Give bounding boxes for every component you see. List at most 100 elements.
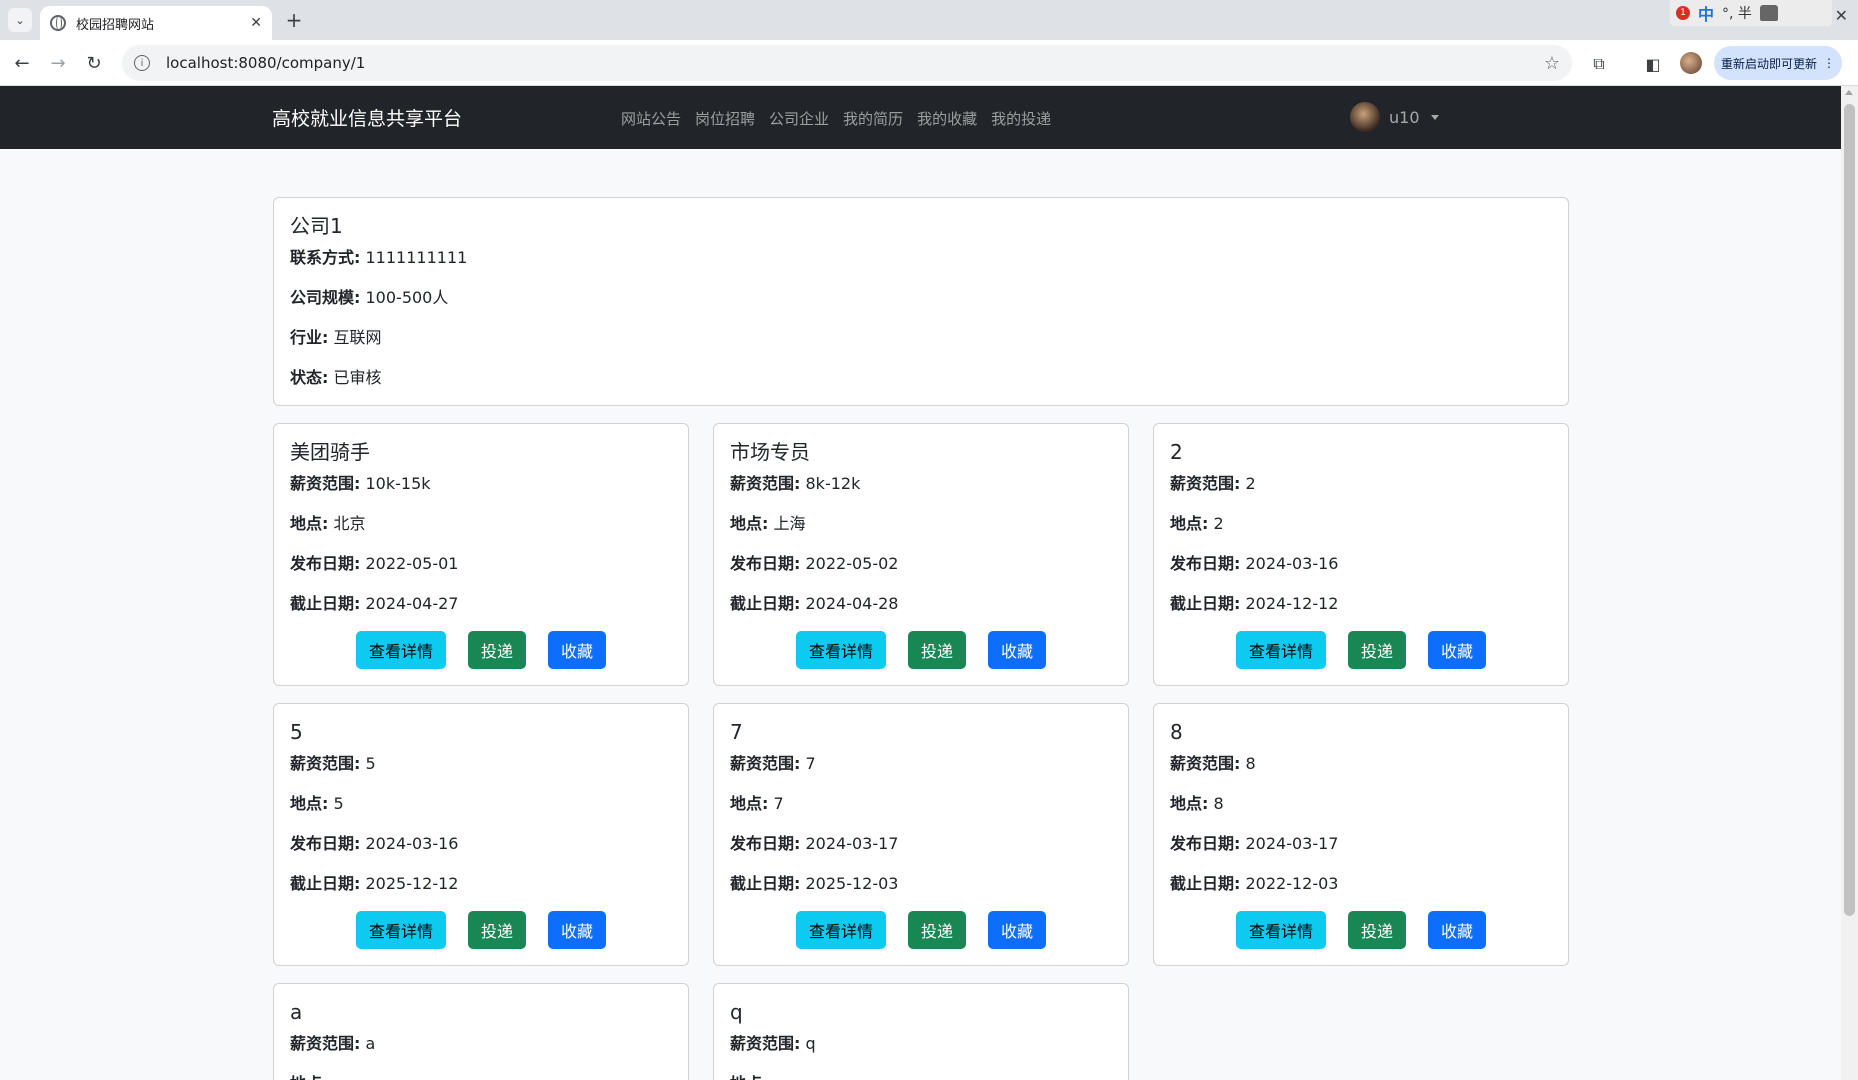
nav-link-my-resume[interactable]: 我的简历	[843, 108, 903, 129]
scroll-thumb[interactable]	[1844, 104, 1855, 916]
update-button[interactable]: 重新启动即可更新 ⋮	[1714, 46, 1842, 80]
nav-link-companies[interactable]: 公司企业	[769, 108, 829, 129]
salary-value: 7	[805, 754, 816, 773]
location-label: 地点:	[290, 514, 329, 533]
nav-link-jobs[interactable]: 岗位招聘	[695, 108, 755, 129]
nav-link-my-favorites[interactable]: 我的收藏	[917, 108, 977, 129]
site-info-icon[interactable]: i	[134, 55, 150, 71]
job-title: a	[290, 1000, 303, 1024]
job-card: 美团骑手 薪资范围: 10k-15k 地点: 北京 发布日期: 2022-05-…	[273, 423, 689, 686]
publish-value: 2024-03-16	[1245, 554, 1339, 573]
view-detail-button[interactable]: 查看详情	[1236, 631, 1326, 669]
salary-value: q	[805, 1034, 816, 1053]
location-label: 地点:	[1170, 514, 1209, 533]
salary-label: 薪资范围:	[290, 474, 361, 493]
tab-search-chevron-icon[interactable]: ⌄	[8, 8, 32, 32]
apply-button[interactable]: 投递	[468, 631, 526, 669]
contact-label: 联系方式:	[290, 248, 361, 267]
job-card: 8 薪资范围: 8 地点: 8 发布日期: 2024-03-17 截止日期: 2…	[1153, 703, 1569, 966]
job-title: 市场专员	[730, 440, 810, 464]
status-value: 已审核	[333, 368, 382, 387]
system-tray: 1 中 °, 半	[1670, 0, 1832, 26]
deadline-value: 2024-12-12	[1245, 594, 1339, 613]
job-actions: 查看详情 投递 收藏	[274, 911, 688, 949]
user-avatar	[1350, 102, 1380, 132]
apply-button[interactable]: 投递	[1348, 631, 1406, 669]
skin-icon[interactable]	[1759, 5, 1778, 21]
location-value: 8	[1213, 794, 1224, 813]
apply-button[interactable]: 投递	[908, 911, 966, 949]
favorite-button[interactable]: 收藏	[548, 631, 606, 669]
publish-label: 发布日期:	[290, 554, 361, 573]
publish-value: 2022-05-02	[805, 554, 899, 573]
job-actions: 查看详情 投递 收藏	[714, 631, 1128, 669]
job-deadline: 截止日期: 2024-04-27	[290, 592, 672, 616]
deadline-value: 2024-04-27	[365, 594, 459, 613]
favorite-button[interactable]: 收藏	[548, 911, 606, 949]
favorite-button[interactable]: 收藏	[1428, 631, 1486, 669]
view-detail-button[interactable]: 查看详情	[356, 911, 446, 949]
favorite-button[interactable]: 收藏	[988, 631, 1046, 669]
new-tab-button[interactable]: +	[282, 8, 306, 32]
job-deadline: 截止日期: 2024-12-12	[1170, 592, 1552, 616]
apply-button[interactable]: 投递	[908, 631, 966, 669]
job-actions: 查看详情 投递 收藏	[1154, 911, 1568, 949]
salary-label: 薪资范围:	[730, 754, 801, 773]
salary-value: 8k-12k	[805, 474, 861, 493]
deadline-label: 截止日期:	[1170, 594, 1241, 613]
company-industry: 行业: 互联网	[290, 326, 1552, 350]
profile-avatar-icon[interactable]	[1680, 52, 1702, 74]
ime-indicator[interactable]: 中	[1698, 1, 1714, 25]
scroll-up-arrow-icon[interactable]	[1845, 90, 1853, 95]
user-dropdown[interactable]: u10	[1350, 102, 1439, 132]
view-detail-button[interactable]: 查看详情	[1236, 911, 1326, 949]
back-arrow-icon[interactable]: ←	[10, 51, 34, 75]
location-label: 地点:	[290, 794, 329, 813]
side-panel-icon[interactable]: ◧	[1642, 53, 1664, 75]
job-actions: 查看详情 投递 收藏	[714, 911, 1128, 949]
salary-label: 薪资范围:	[730, 474, 801, 493]
job-card: 7 薪资范围: 7 地点: 7 发布日期: 2024-03-17 截止日期: 2…	[713, 703, 1129, 966]
location-value: 2	[1213, 514, 1224, 533]
job-publish-date: 发布日期: 2022-05-02	[730, 552, 1112, 576]
salary-label: 薪资范围:	[1170, 474, 1241, 493]
tab-close-icon[interactable]: ✕	[250, 15, 262, 31]
location-label: 地点:	[290, 1074, 328, 1080]
deadline-label: 截止日期:	[290, 874, 361, 893]
favorite-button[interactable]: 收藏	[1428, 911, 1486, 949]
view-detail-button[interactable]: 查看详情	[796, 911, 886, 949]
nav-link-my-applications[interactable]: 我的投递	[991, 108, 1051, 129]
more-menu-icon[interactable]: ⋮	[1823, 56, 1835, 70]
extensions-icon[interactable]: ⧉	[1588, 53, 1610, 75]
reload-icon[interactable]: ↻	[82, 51, 106, 75]
url-text[interactable]: localhost:8080/company/1	[166, 54, 1544, 72]
bookmark-star-icon[interactable]: ☆	[1544, 53, 1560, 74]
nav-link-announcements[interactable]: 网站公告	[621, 108, 681, 129]
site-brand[interactable]: 高校就业信息共享平台	[272, 104, 462, 131]
apply-button[interactable]: 投递	[1348, 911, 1406, 949]
job-title: 美团骑手	[290, 440, 370, 464]
job-location: 地点: 北京	[290, 512, 672, 536]
job-card: 市场专员 薪资范围: 8k-12k 地点: 上海 发布日期: 2022-05-0…	[713, 423, 1129, 686]
forward-arrow-icon[interactable]: →	[46, 51, 70, 75]
job-location: 地点: 上海	[730, 512, 1112, 536]
page-scrollbar[interactable]	[1841, 86, 1858, 1080]
job-title: 7	[730, 720, 743, 744]
favorite-button[interactable]: 收藏	[988, 911, 1046, 949]
job-salary: 薪资范围: 7	[730, 752, 1112, 776]
job-title: 2	[1170, 440, 1183, 464]
update-label: 重新启动即可更新	[1720, 56, 1817, 71]
job-location: 地点: 5	[290, 792, 672, 816]
browser-tab[interactable]: 校园招聘网站 ✕	[40, 6, 272, 40]
apply-button[interactable]: 投递	[468, 911, 526, 949]
salary-label: 薪资范围:	[290, 754, 361, 773]
job-actions: 查看详情 投递 收藏	[274, 631, 688, 669]
ime-mode-text[interactable]: °, 半	[1722, 3, 1752, 23]
window-close-icon[interactable]: ✕	[1835, 6, 1848, 25]
publish-value: 2022-05-01	[365, 554, 459, 573]
view-detail-button[interactable]: 查看详情	[356, 631, 446, 669]
job-deadline: 截止日期: 2025-12-03	[730, 872, 1112, 896]
address-bar[interactable]: i localhost:8080/company/1 ☆	[122, 45, 1572, 81]
view-detail-button[interactable]: 查看详情	[796, 631, 886, 669]
salary-value: 2	[1245, 474, 1256, 493]
